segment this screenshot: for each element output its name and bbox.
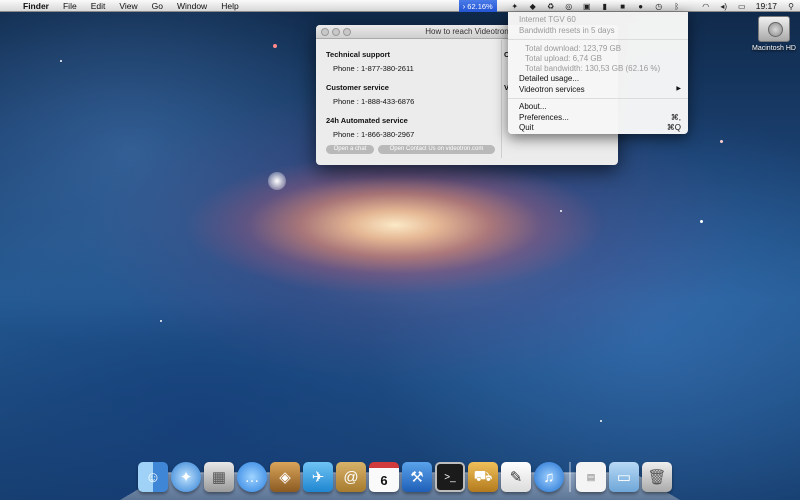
usage-badge: 62.16% bbox=[467, 1, 493, 11]
upload-total: Total upload: 6,74 GB bbox=[525, 54, 602, 63]
bell-icon[interactable]: ● bbox=[635, 0, 647, 12]
dock-separator bbox=[569, 462, 571, 492]
xcode-icon[interactable]: ⚒ bbox=[402, 462, 432, 492]
drive-label: Macintosh HD bbox=[752, 45, 796, 52]
itunes-icon[interactable]: ♫ bbox=[534, 462, 564, 492]
bluetooth-icon[interactable]: ᛒ bbox=[671, 0, 683, 12]
battery-icon[interactable]: ▭ bbox=[736, 0, 748, 12]
preferences-item[interactable]: Preferences... bbox=[519, 113, 569, 122]
minimize-button[interactable] bbox=[332, 28, 340, 36]
finder-icon[interactable]: ☺ bbox=[138, 462, 168, 492]
itunes-box-icon[interactable]: ◈ bbox=[270, 462, 300, 492]
column-divider bbox=[501, 40, 502, 158]
calendar-icon[interactable]: 6 bbox=[369, 462, 399, 492]
submenu-arrow-icon: ▶ bbox=[676, 86, 681, 92]
messages-icon[interactable]: … bbox=[237, 462, 267, 492]
wifi-icon[interactable]: ◠ bbox=[700, 0, 712, 12]
status-area: › 62.16% ✦ ◆ ♻ ◎ ▣ ▮ ■ ● ◷ ᛒ ◠ ◂) ▭ 19:1… bbox=[458, 0, 800, 12]
phone-number: Phone : 1-888-433-6876 bbox=[333, 97, 415, 106]
menu-help[interactable]: Help bbox=[214, 0, 245, 12]
preferences-shortcut: ⌘, bbox=[670, 113, 681, 122]
twitter-icon[interactable]: ✈ bbox=[303, 462, 333, 492]
macintosh-hd-desktop-icon[interactable]: Macintosh HD bbox=[752, 16, 796, 52]
phone-number: Phone : 1-877-380-2611 bbox=[333, 64, 414, 73]
star bbox=[560, 210, 562, 212]
videotron-status-menu: Internet TGV 60 Bandwidth resets in 5 da… bbox=[508, 12, 688, 134]
sync-icon[interactable]: ◎ bbox=[563, 0, 575, 12]
window-title: How to reach Videotron bbox=[425, 27, 509, 36]
dock: ☺ ✦ ▦ … ◈ ✈ @ 6 ⚒ >_ ⛟ ✎ ♫ ▤ ▭ 🗑 bbox=[138, 458, 672, 492]
bandwidth-total: Total bandwidth: 130,53 GB (62.16 %) bbox=[525, 64, 661, 73]
videotron-icon: › bbox=[462, 1, 466, 11]
section-title: Technical support bbox=[326, 50, 391, 59]
trash-icon[interactable]: 🗑 bbox=[642, 462, 672, 492]
menu-go[interactable]: Go bbox=[145, 0, 170, 12]
textedit-icon[interactable]: ✎ bbox=[501, 462, 531, 492]
menu-window[interactable]: Window bbox=[170, 0, 214, 12]
spotlight-icon[interactable]: ⚲ bbox=[785, 0, 797, 12]
clock[interactable]: 19:17 bbox=[751, 1, 782, 11]
preview-icon[interactable]: ▦ bbox=[204, 462, 234, 492]
pdf-document-icon[interactable]: ▤ bbox=[576, 462, 606, 492]
videotron-services-item[interactable]: Videotron services bbox=[519, 85, 585, 94]
hard-drive-icon bbox=[758, 16, 790, 42]
star bbox=[720, 140, 723, 143]
star bbox=[700, 220, 703, 223]
transmit-icon[interactable]: ⛟ bbox=[468, 462, 498, 492]
menu-file[interactable]: File bbox=[56, 0, 84, 12]
about-item[interactable]: About... bbox=[519, 102, 547, 111]
reset-label: Bandwidth resets in 5 days bbox=[519, 26, 615, 35]
star bbox=[60, 60, 62, 62]
section-title: 24h Automated service bbox=[326, 116, 408, 125]
terminal-icon[interactable]: >_ bbox=[435, 462, 465, 492]
twitter-status-icon[interactable]: ✦ bbox=[509, 0, 521, 12]
menu-finder[interactable]: Finder bbox=[16, 0, 56, 12]
menu-edit[interactable]: Edit bbox=[84, 0, 113, 12]
star bbox=[268, 172, 286, 190]
zoom-button[interactable] bbox=[343, 28, 351, 36]
menu-bar: Finder File Edit View Go Window Help › 6… bbox=[0, 0, 800, 12]
open-chat-button[interactable]: Open a chat bbox=[326, 145, 374, 154]
folder-icon[interactable]: ▭ bbox=[609, 462, 639, 492]
quit-shortcut: ⌘Q bbox=[666, 123, 681, 132]
videotron-usage-status-item[interactable]: › 62.16% bbox=[458, 0, 497, 12]
star bbox=[160, 320, 162, 322]
dropbox-icon[interactable]: ◆ bbox=[527, 0, 539, 12]
volume-icon[interactable]: ◂) bbox=[718, 0, 730, 12]
menu-separator bbox=[508, 39, 688, 40]
phone-number: Phone : 1-866-380-2967 bbox=[333, 130, 415, 139]
address-book-icon[interactable]: @ bbox=[336, 462, 366, 492]
download-total: Total download: 123,79 GB bbox=[525, 44, 622, 53]
detailed-usage-item[interactable]: Detailed usage... bbox=[519, 74, 579, 83]
safari-icon[interactable]: ✦ bbox=[171, 462, 201, 492]
recycle-icon[interactable]: ♻ bbox=[545, 0, 557, 12]
star bbox=[273, 44, 277, 48]
display-icon[interactable]: ▣ bbox=[581, 0, 593, 12]
lock-icon[interactable]: ■ bbox=[617, 0, 629, 12]
time-machine-icon[interactable]: ◷ bbox=[653, 0, 665, 12]
close-button[interactable] bbox=[321, 28, 329, 36]
quit-item[interactable]: Quit bbox=[519, 123, 534, 132]
star bbox=[600, 420, 602, 422]
plan-label: Internet TGV 60 bbox=[519, 15, 576, 24]
bookmark-icon[interactable]: ▮ bbox=[599, 0, 611, 12]
menu-separator bbox=[508, 98, 688, 99]
open-contact-us-button[interactable]: Open Contact Us on videotron.com bbox=[378, 145, 495, 154]
section-title: Customer service bbox=[326, 83, 389, 92]
menu-view[interactable]: View bbox=[112, 0, 144, 12]
